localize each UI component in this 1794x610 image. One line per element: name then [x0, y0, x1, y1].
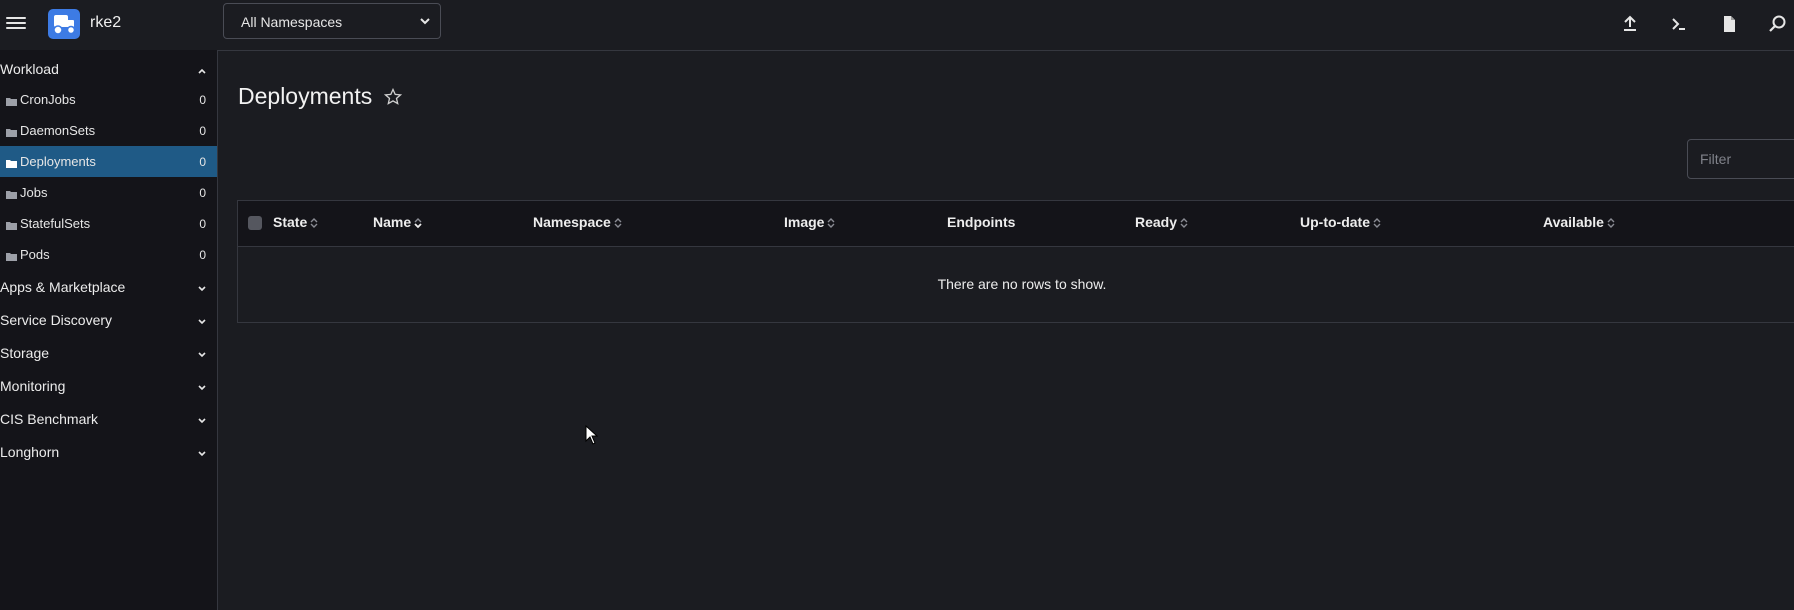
sidebar-group-label: Workload — [0, 61, 59, 77]
terminal-icon[interactable] — [1669, 14, 1689, 34]
file-icon[interactable] — [1719, 14, 1739, 34]
column-header-label: Available — [1543, 214, 1604, 230]
chevron-down-icon — [197, 380, 207, 396]
sidebar-group-cis-benchmark[interactable]: CIS Benchmark — [0, 404, 217, 434]
sidebar-item-label: CronJobs — [20, 92, 76, 107]
sidebar-item-count: 0 — [199, 248, 206, 262]
top-bar: rke2 All Namespaces — [0, 0, 1794, 51]
column-header-up-to-date[interactable]: Up-to-date — [1300, 214, 1381, 230]
empty-table-message: There are no rows to show. — [937, 276, 1107, 292]
column-header-label: Name — [373, 214, 412, 230]
column-header-label: Endpoints — [947, 214, 1016, 230]
namespace-select[interactable]: All Namespaces — [223, 3, 441, 39]
sidebar-group-monitoring[interactable]: Monitoring — [0, 371, 217, 401]
sidebar-item-statefulsets[interactable]: StatefulSets 0 — [0, 208, 217, 239]
chevron-down-icon — [197, 281, 207, 297]
chevron-down-icon — [418, 14, 432, 33]
sort-icon — [827, 218, 835, 229]
sort-icon — [1607, 218, 1615, 229]
sort-icon — [614, 218, 622, 229]
sidebar-item-label: StatefulSets — [20, 216, 91, 231]
chevron-down-icon — [197, 446, 207, 462]
folder-icon — [6, 249, 17, 264]
column-header-ready[interactable]: Ready — [1135, 214, 1188, 230]
column-header-label: Ready — [1135, 214, 1178, 230]
namespace-select-label: All Namespaces — [241, 14, 343, 30]
sidebar-item-count: 0 — [199, 186, 206, 200]
cluster-name[interactable]: rke2 — [90, 14, 121, 32]
table-header: State Name Namespace Image Endpoints Rea… — [238, 201, 1794, 247]
chevron-down-icon — [197, 347, 207, 363]
column-header-state[interactable]: State — [273, 214, 318, 230]
sort-icon — [1373, 218, 1381, 229]
column-header-available[interactable]: Available — [1543, 214, 1615, 230]
sidebar-item-count: 0 — [199, 155, 206, 169]
chevron-down-icon — [197, 413, 207, 429]
star-icon[interactable] — [383, 87, 403, 111]
column-header-namespace[interactable]: Namespace — [533, 214, 622, 230]
sidebar-item-deployments[interactable]: Deployments 0 — [0, 146, 217, 177]
sidebar-group-label: Monitoring — [0, 378, 66, 394]
select-all-checkbox[interactable] — [248, 216, 262, 230]
chevron-down-icon — [197, 314, 207, 330]
sidebar-group-storage[interactable]: Storage — [0, 338, 217, 368]
sidebar-item-cronjobs[interactable]: CronJobs 0 — [0, 84, 217, 115]
upload-icon[interactable] — [1620, 14, 1640, 34]
column-header-endpoints: Endpoints — [947, 214, 1015, 230]
sidebar-item-count: 0 — [199, 93, 206, 107]
sidebar-group-service-discovery[interactable]: Service Discovery — [0, 305, 217, 335]
sidebar-item-jobs[interactable]: Jobs 0 — [0, 177, 217, 208]
column-header-image[interactable]: Image — [784, 214, 835, 230]
column-header-label: State — [273, 214, 308, 230]
filter-input[interactable] — [1687, 139, 1794, 179]
sidebar-item-label: DaemonSets — [20, 123, 96, 138]
sidebar-group-label: Service Discovery — [0, 312, 113, 328]
folder-icon — [6, 94, 17, 109]
folder-icon — [6, 156, 17, 171]
sidebar-item-daemonsets[interactable]: DaemonSets 0 — [0, 115, 217, 146]
sidebar-item-label: Deployments — [20, 154, 96, 169]
sidebar-item-label: Jobs — [20, 185, 48, 200]
sidebar-group-label: Longhorn — [0, 444, 60, 460]
deployments-table: State Name Namespace Image Endpoints Rea… — [237, 200, 1794, 323]
sidebar-item-label: Pods — [20, 247, 50, 262]
page-title: Deployments — [238, 83, 373, 109]
column-header-label: Up-to-date — [1300, 214, 1370, 230]
sidebar-item-count: 0 — [199, 217, 206, 231]
folder-icon — [6, 218, 17, 233]
sidebar-item-pods[interactable]: Pods 0 — [0, 239, 217, 270]
sidebar-group-longhorn[interactable]: Longhorn — [0, 437, 217, 467]
column-header-label: Image — [784, 214, 825, 230]
sidebar-group-apps-marketplace[interactable]: Apps & Marketplace — [0, 272, 217, 302]
menu-icon[interactable] — [6, 14, 26, 32]
sort-icon — [310, 218, 318, 229]
sidebar: Workload CronJobs 0 DaemonSets 0 Deploym… — [0, 50, 218, 610]
sort-icon — [414, 218, 422, 229]
mouse-cursor-icon — [585, 424, 599, 450]
folder-icon — [6, 187, 17, 202]
sidebar-group-label: CIS Benchmark — [0, 411, 99, 427]
sidebar-group-label: Storage — [0, 345, 50, 361]
sidebar-group-label: Apps & Marketplace — [0, 279, 126, 295]
sort-icon — [1180, 218, 1188, 229]
folder-icon — [6, 125, 17, 140]
column-header-name[interactable]: Name — [373, 214, 422, 230]
column-header-label: Namespace — [533, 214, 611, 230]
sidebar-item-count: 0 — [199, 124, 206, 138]
chevron-up-icon — [197, 63, 207, 79]
search-icon[interactable] — [1768, 14, 1788, 34]
sidebar-group-workload[interactable]: Workload — [0, 54, 217, 84]
cluster-logo-icon[interactable] — [48, 9, 80, 39]
